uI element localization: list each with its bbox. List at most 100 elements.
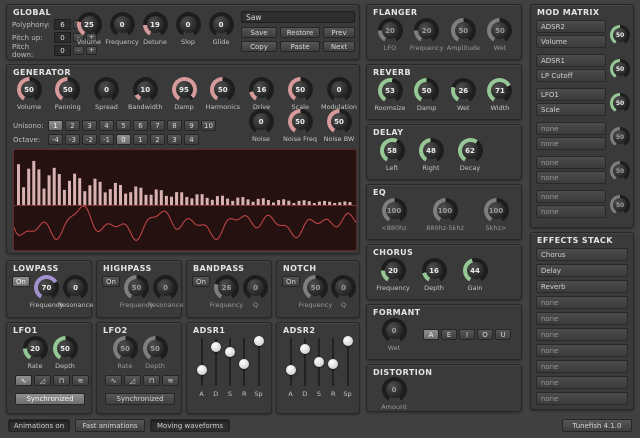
lowpass-frequency-knob[interactable]: 70 — [34, 275, 59, 300]
notch-on-button[interactable]: On — [282, 276, 300, 287]
lfo1-depth-knob[interactable]: 50 — [53, 336, 78, 361]
octave-plus4-button[interactable]: 4 — [184, 134, 199, 145]
flanger-amplitude-knob[interactable]: 50 — [451, 18, 476, 43]
prev-button[interactable]: Prev — [323, 27, 355, 38]
lfo1-noise-wave-button[interactable]: ≋ — [72, 375, 89, 386]
lfo1-pulse-wave-button[interactable]: ⊓ — [53, 375, 70, 386]
mod-slot-3-target-select[interactable]: Scale — [536, 103, 606, 116]
mod-slot-4-amount-knob[interactable]: 50 — [610, 127, 630, 147]
generator-damp-knob[interactable]: 95 — [172, 77, 197, 102]
notch-frequency-knob[interactable]: 50 — [303, 275, 328, 300]
octave-plus3-button[interactable]: 3 — [167, 134, 182, 145]
adsr1-sustain-slider[interactable] — [225, 336, 236, 388]
fast-animations-button[interactable]: Fast animations — [75, 419, 145, 432]
highpass-resonance-knob[interactable]: 0 — [153, 275, 178, 300]
chorus-frequency-knob[interactable]: 20 — [381, 258, 406, 283]
noise-knob[interactable]: 0 — [249, 109, 274, 134]
generator-modulation-knob[interactable]: 0 — [327, 77, 352, 102]
unisono-10-button[interactable]: 10 — [201, 120, 216, 131]
adsr2-attack-slider[interactable] — [285, 336, 296, 388]
adsr1-attack-slider[interactable] — [196, 336, 207, 388]
effects-slot-8-select[interactable]: none — [536, 360, 628, 373]
unisono-1-button[interactable]: 1 — [48, 120, 63, 131]
lfo2-synchronized-button[interactable]: Synchronized — [105, 393, 175, 405]
animations-on-button[interactable]: Animations on — [8, 419, 70, 432]
effects-slot-1-select[interactable]: Chorus — [536, 248, 628, 261]
generator-harmonics-knob[interactable]: 50 — [210, 77, 235, 102]
adsr2-release-slider[interactable] — [328, 336, 339, 388]
mod-slot-1-amount-knob[interactable]: 50 — [610, 25, 630, 45]
eq-mid-knob[interactable]: 100 — [433, 198, 458, 223]
unisono-4-button[interactable]: 4 — [99, 120, 114, 131]
unisono-8-button[interactable]: 8 — [167, 120, 182, 131]
generator-volume-knob[interactable]: 50 — [17, 77, 42, 102]
generator-scale-knob[interactable]: 50 — [288, 77, 313, 102]
flanger-lfo-knob[interactable]: 20 — [378, 18, 403, 43]
eq-high-knob[interactable]: 100 — [484, 198, 509, 223]
effects-slot-6-select[interactable]: none — [536, 328, 628, 341]
lowpass-resonance-knob[interactable]: 0 — [63, 275, 88, 300]
global-detune-knob[interactable]: 19 — [143, 12, 168, 37]
unisono-7-button[interactable]: 7 — [150, 120, 165, 131]
adsr1-slope-slider[interactable] — [253, 336, 264, 388]
mod-slot-2-target-select[interactable]: LP Cutoff — [536, 69, 606, 82]
generator-panning-knob[interactable]: 50 — [55, 77, 80, 102]
bandpass-frequency-knob[interactable]: 26 — [214, 275, 239, 300]
mod-slot-4-source-select[interactable]: none — [536, 122, 606, 135]
reverb-damp-knob[interactable]: 50 — [414, 78, 439, 103]
paste-button[interactable]: Paste — [280, 41, 320, 52]
generator-bandwidth-knob[interactable]: 10 — [133, 77, 158, 102]
adsr2-decay-slider[interactable] — [299, 336, 310, 388]
reverb-roomsize-knob[interactable]: 53 — [378, 78, 403, 103]
unisono-9-button[interactable]: 9 — [184, 120, 199, 131]
effects-slot-5-select[interactable]: none — [536, 312, 628, 325]
unisono-3-button[interactable]: 3 — [82, 120, 97, 131]
delay-decay-knob[interactable]: 62 — [458, 138, 483, 163]
flanger-frequency-knob[interactable]: 20 — [414, 18, 439, 43]
effects-slot-7-select[interactable]: none — [536, 344, 628, 357]
octave-minus2-button[interactable]: -2 — [82, 134, 97, 145]
mod-slot-1-target-select[interactable]: Volume — [536, 35, 606, 48]
effects-slot-2-select[interactable]: Delay — [536, 264, 628, 277]
formant-vowel-a-button[interactable]: A — [423, 329, 439, 340]
generator-drive-knob[interactable]: 16 — [249, 77, 274, 102]
octave-minus3-button[interactable]: -3 — [65, 134, 80, 145]
mod-slot-6-source-select[interactable]: none — [536, 190, 606, 203]
adsr2-slope-slider[interactable] — [342, 336, 353, 388]
effects-slot-3-select[interactable]: Reverb — [536, 280, 628, 293]
adsr1-release-slider[interactable] — [239, 336, 250, 388]
lfo2-rate-knob[interactable]: 50 — [113, 336, 138, 361]
mod-slot-3-source-select[interactable]: LFO1 — [536, 88, 606, 101]
highpass-frequency-knob[interactable]: 50 — [124, 275, 149, 300]
lfo2-noise-wave-button[interactable]: ≋ — [162, 375, 179, 386]
formant-vowel-o-button[interactable]: O — [477, 329, 493, 340]
lfo2-saw-wave-button[interactable]: ◿ — [124, 375, 141, 386]
effects-slot-10-select[interactable]: none — [536, 392, 628, 405]
octave-0-button[interactable]: 0 — [116, 134, 131, 145]
lfo1-saw-wave-button[interactable]: ◿ — [34, 375, 51, 386]
eq-low-knob[interactable]: 100 — [382, 198, 407, 223]
global-frequency-knob[interactable]: 0 — [110, 12, 135, 37]
octave-plus1-button[interactable]: 1 — [133, 134, 148, 145]
copy-button[interactable]: Copy — [241, 41, 277, 52]
mod-slot-2-source-select[interactable]: ADSR1 — [536, 54, 606, 67]
reverb-wet-knob[interactable]: 26 — [451, 78, 476, 103]
mod-slot-1-source-select[interactable]: ADSR2 — [536, 20, 606, 33]
mod-slot-4-target-select[interactable]: none — [536, 137, 606, 150]
formant-vowel-e-button[interactable]: E — [441, 329, 457, 340]
formant-wet-knob[interactable]: 0 — [382, 318, 407, 343]
global-volume-knob[interactable]: 25 — [77, 12, 102, 37]
octave-plus2-button[interactable]: 2 — [150, 134, 165, 145]
pitch-down-decrement-button[interactable]: - — [73, 46, 84, 55]
adsr2-sustain-slider[interactable] — [314, 336, 325, 388]
lfo1-rate-knob[interactable]: 20 — [23, 336, 48, 361]
generator-spread-knob[interactable]: 0 — [94, 77, 119, 102]
mod-slot-5-target-select[interactable]: none — [536, 171, 606, 184]
octave-minus1-button[interactable]: -1 — [99, 134, 114, 145]
reverb-width-knob[interactable]: 71 — [487, 78, 512, 103]
lfo2-pulse-wave-button[interactable]: ⊓ — [143, 375, 160, 386]
global-glide-knob[interactable]: 0 — [209, 12, 234, 37]
notch-q-knob[interactable]: 0 — [331, 275, 356, 300]
delay-right-knob[interactable]: 48 — [419, 138, 444, 163]
bandpass-q-knob[interactable]: 0 — [243, 275, 268, 300]
